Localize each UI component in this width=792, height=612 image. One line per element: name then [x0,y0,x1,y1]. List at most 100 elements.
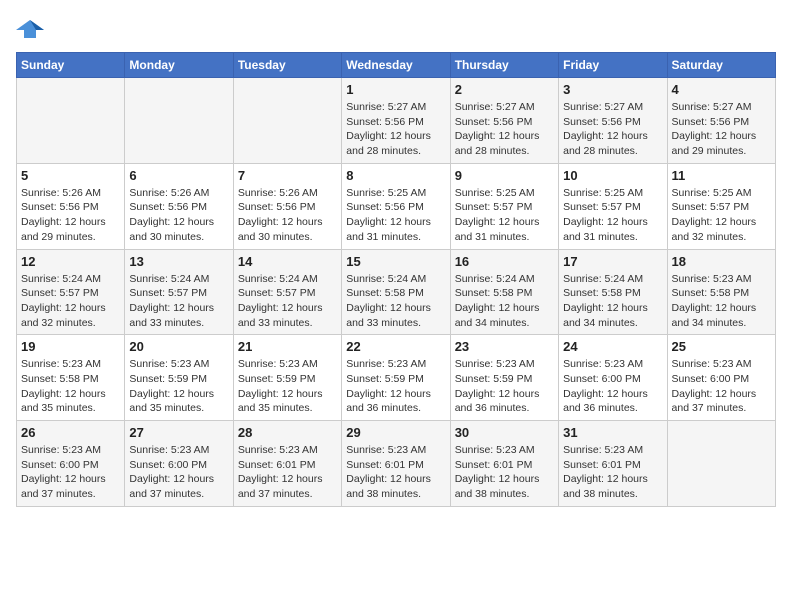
calendar-cell: 28 Sunrise: 5:23 AM Sunset: 6:01 PM Dayli… [233,421,341,507]
day-number: 2 [455,82,554,97]
calendar-cell: 26Sunrise: 5:23 AM Sunset: 6:00 PM Dayli… [17,421,125,507]
day-number: 26 [21,425,120,440]
day-info: Sunrise: 5:23 AM Sunset: 6:01 PM Dayligh… [563,443,662,502]
day-info: Sunrise: 5:23 AM Sunset: 6:01 PM Dayligh… [455,443,554,502]
calendar-cell: 6Sunrise: 5:26 AM Sunset: 5:56 PM Daylig… [125,163,233,249]
day-number: 13 [129,254,228,269]
day-info: Sunrise: 5:25 AM Sunset: 5:57 PM Dayligh… [455,186,554,245]
calendar-cell: 20 Sunrise: 5:23 AM Sunset: 5:59 PM Dayli… [125,335,233,421]
week-row-2: 5Sunrise: 5:26 AM Sunset: 5:56 PM Daylig… [17,163,776,249]
calendar-cell: 17 Sunrise: 5:24 AM Sunset: 5:58 PM Dayli… [559,249,667,335]
calendar-table: SundayMondayTuesdayWednesdayThursdayFrid… [16,52,776,507]
day-number: 25 [672,339,771,354]
day-number: 30 [455,425,554,440]
day-number: 18 [672,254,771,269]
day-info: Sunrise: 5:23 AM Sunset: 5:59 PM Dayligh… [346,357,445,416]
day-header-tuesday: Tuesday [233,53,341,78]
calendar-cell: 22 Sunrise: 5:23 AM Sunset: 5:59 PM Dayli… [342,335,450,421]
day-number: 20 [129,339,228,354]
day-info: Sunrise: 5:23 AM Sunset: 5:59 PM Dayligh… [238,357,337,416]
week-row-4: 19 Sunrise: 5:23 AM Sunset: 5:58 PM Dayli… [17,335,776,421]
calendar-cell: 31 Sunrise: 5:23 AM Sunset: 6:01 PM Dayli… [559,421,667,507]
calendar-cell: 1 Sunrise: 5:27 AM Sunset: 5:56 PM Daylig… [342,78,450,164]
day-info: Sunrise: 5:23 AM Sunset: 5:59 PM Dayligh… [129,357,228,416]
calendar-cell: 15 Sunrise: 5:24 AM Sunset: 5:58 PM Dayli… [342,249,450,335]
day-info: Sunrise: 5:27 AM Sunset: 5:56 PM Dayligh… [346,100,445,159]
day-info: Sunrise: 5:23 AM Sunset: 6:01 PM Dayligh… [346,443,445,502]
calendar-cell: 30 Sunrise: 5:23 AM Sunset: 6:01 PM Dayli… [450,421,558,507]
week-row-3: 12 Sunrise: 5:24 AM Sunset: 5:57 PM Dayli… [17,249,776,335]
calendar-cell: 13 Sunrise: 5:24 AM Sunset: 5:57 PM Dayli… [125,249,233,335]
calendar-cell [233,78,341,164]
day-number: 29 [346,425,445,440]
day-info: Sunrise: 5:27 AM Sunset: 5:56 PM Dayligh… [563,100,662,159]
day-number: 16 [455,254,554,269]
day-info: Sunrise: 5:23 AM Sunset: 5:58 PM Dayligh… [21,357,120,416]
week-row-1: 1 Sunrise: 5:27 AM Sunset: 5:56 PM Daylig… [17,78,776,164]
logo [16,16,48,44]
day-number: 12 [21,254,120,269]
day-number: 22 [346,339,445,354]
day-header-saturday: Saturday [667,53,775,78]
day-info: Sunrise: 5:23 AM Sunset: 5:59 PM Dayligh… [455,357,554,416]
day-number: 17 [563,254,662,269]
day-info: Sunrise: 5:23 AM Sunset: 6:01 PM Dayligh… [238,443,337,502]
calendar-cell: 10 Sunrise: 5:25 AM Sunset: 5:57 PM Dayli… [559,163,667,249]
logo-icon [16,16,44,44]
day-info: Sunrise: 5:26 AM Sunset: 5:56 PM Dayligh… [21,186,120,245]
day-number: 24 [563,339,662,354]
calendar-cell: 16 Sunrise: 5:24 AM Sunset: 5:58 PM Dayli… [450,249,558,335]
day-number: 8 [346,168,445,183]
day-info: Sunrise: 5:24 AM Sunset: 5:58 PM Dayligh… [563,272,662,331]
day-number: 3 [563,82,662,97]
day-header-friday: Friday [559,53,667,78]
day-info: Sunrise: 5:24 AM Sunset: 5:58 PM Dayligh… [455,272,554,331]
day-number: 7 [238,168,337,183]
day-info: Sunrise: 5:26 AM Sunset: 5:56 PM Dayligh… [238,186,337,245]
header-row: SundayMondayTuesdayWednesdayThursdayFrid… [17,53,776,78]
calendar-cell: 18Sunrise: 5:23 AM Sunset: 5:58 PM Dayli… [667,249,775,335]
day-number: 10 [563,168,662,183]
day-number: 28 [238,425,337,440]
day-info: Sunrise: 5:24 AM Sunset: 5:57 PM Dayligh… [129,272,228,331]
calendar-cell: 2 Sunrise: 5:27 AM Sunset: 5:56 PM Daylig… [450,78,558,164]
day-number: 1 [346,82,445,97]
day-info: Sunrise: 5:24 AM Sunset: 5:57 PM Dayligh… [238,272,337,331]
day-header-wednesday: Wednesday [342,53,450,78]
calendar-cell: 14Sunrise: 5:24 AM Sunset: 5:57 PM Dayli… [233,249,341,335]
calendar-cell: 3 Sunrise: 5:27 AM Sunset: 5:56 PM Daylig… [559,78,667,164]
day-number: 4 [672,82,771,97]
calendar-cell: 23 Sunrise: 5:23 AM Sunset: 5:59 PM Dayli… [450,335,558,421]
day-number: 23 [455,339,554,354]
calendar-body: 1 Sunrise: 5:27 AM Sunset: 5:56 PM Daylig… [17,78,776,507]
day-header-monday: Monday [125,53,233,78]
calendar-cell: 8Sunrise: 5:25 AM Sunset: 5:56 PM Daylig… [342,163,450,249]
day-number: 15 [346,254,445,269]
day-info: Sunrise: 5:25 AM Sunset: 5:57 PM Dayligh… [563,186,662,245]
day-info: Sunrise: 5:23 AM Sunset: 6:00 PM Dayligh… [563,357,662,416]
calendar-cell: 21 Sunrise: 5:23 AM Sunset: 5:59 PM Dayli… [233,335,341,421]
calendar-cell: 9 Sunrise: 5:25 AM Sunset: 5:57 PM Daylig… [450,163,558,249]
calendar-cell: 7 Sunrise: 5:26 AM Sunset: 5:56 PM Daylig… [233,163,341,249]
calendar-cell: 29 Sunrise: 5:23 AM Sunset: 6:01 PM Dayli… [342,421,450,507]
day-info: Sunrise: 5:27 AM Sunset: 5:56 PM Dayligh… [672,100,771,159]
calendar-cell: 4 Sunrise: 5:27 AM Sunset: 5:56 PM Daylig… [667,78,775,164]
day-info: Sunrise: 5:27 AM Sunset: 5:56 PM Dayligh… [455,100,554,159]
day-info: Sunrise: 5:25 AM Sunset: 5:57 PM Dayligh… [672,186,771,245]
calendar-cell: 27Sunrise: 5:23 AM Sunset: 6:00 PM Dayli… [125,421,233,507]
day-info: Sunrise: 5:24 AM Sunset: 5:58 PM Dayligh… [346,272,445,331]
day-number: 31 [563,425,662,440]
day-number: 19 [21,339,120,354]
day-info: Sunrise: 5:23 AM Sunset: 6:00 PM Dayligh… [129,443,228,502]
calendar-cell: 19 Sunrise: 5:23 AM Sunset: 5:58 PM Dayli… [17,335,125,421]
page-header [16,16,776,44]
day-header-thursday: Thursday [450,53,558,78]
calendar-cell [125,78,233,164]
calendar-cell: 25Sunrise: 5:23 AM Sunset: 6:00 PM Dayli… [667,335,775,421]
calendar-cell: 5Sunrise: 5:26 AM Sunset: 5:56 PM Daylig… [17,163,125,249]
day-number: 9 [455,168,554,183]
day-number: 21 [238,339,337,354]
calendar-cell: 11Sunrise: 5:25 AM Sunset: 5:57 PM Dayli… [667,163,775,249]
calendar-cell: 12Sunrise: 5:24 AM Sunset: 5:57 PM Dayli… [17,249,125,335]
calendar-cell: 24 Sunrise: 5:23 AM Sunset: 6:00 PM Dayli… [559,335,667,421]
